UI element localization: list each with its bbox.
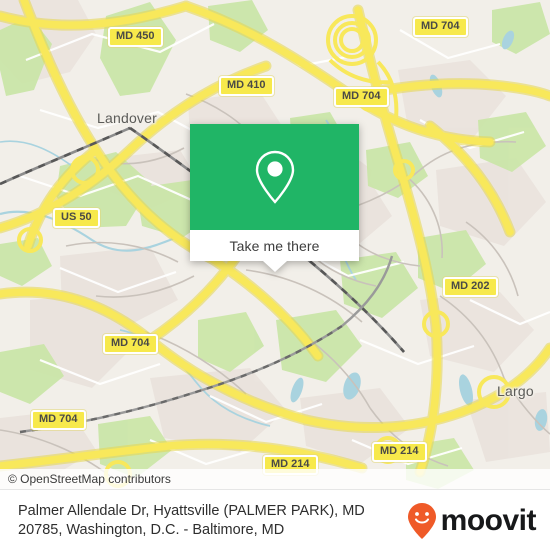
map-canvas[interactable]: Landover Largo MD 450 MD 704 MD 410 MD 7… — [0, 0, 550, 489]
road-shield-md-704-center[interactable]: MD 704 — [334, 87, 389, 107]
road-shield-us-50[interactable]: US 50 — [53, 208, 100, 228]
road-shield-md-704-south[interactable]: MD 704 — [103, 334, 158, 354]
location-popup-card[interactable]: Take me there — [190, 124, 359, 272]
road-shield-md-214-east[interactable]: MD 214 — [372, 442, 427, 462]
location-address: Palmer Allendale Dr, Hyattsville (PALMER… — [0, 502, 407, 540]
road-shield-md-450[interactable]: MD 450 — [108, 27, 163, 47]
road-shield-md-202[interactable]: MD 202 — [443, 277, 498, 297]
address-line-1: Palmer Allendale Dr, Hyattsville (PALMER… — [18, 502, 365, 519]
popup-action-label: Take me there — [229, 237, 320, 254]
road-shield-md-704-southwest[interactable]: MD 704 — [31, 410, 86, 430]
map-attribution[interactable]: © OpenStreetMap contributors — [0, 469, 550, 489]
moovit-brand[interactable]: moovit — [407, 502, 550, 540]
location-pin-icon — [255, 150, 294, 204]
moovit-smiley-pin-icon — [407, 502, 436, 539]
caption-bar: Palmer Allendale Dr, Hyattsville (PALMER… — [0, 489, 550, 550]
popup-action-button[interactable]: Take me there — [190, 230, 359, 261]
moovit-wordmark: moovit — [440, 503, 537, 537]
popup-pointer-tail — [262, 261, 287, 272]
map-screenshot: Landover Largo MD 450 MD 704 MD 410 MD 7… — [0, 0, 550, 550]
road-shield-md-410[interactable]: MD 410 — [219, 76, 274, 96]
place-label-largo: Largo — [497, 383, 534, 399]
address-line-2: 20785, Washington, D.C. - Baltimore, MD — [18, 521, 285, 538]
place-label-landover: Landover — [97, 110, 157, 126]
popup-header — [190, 124, 359, 230]
road-shield-md-704-north[interactable]: MD 704 — [413, 17, 468, 37]
